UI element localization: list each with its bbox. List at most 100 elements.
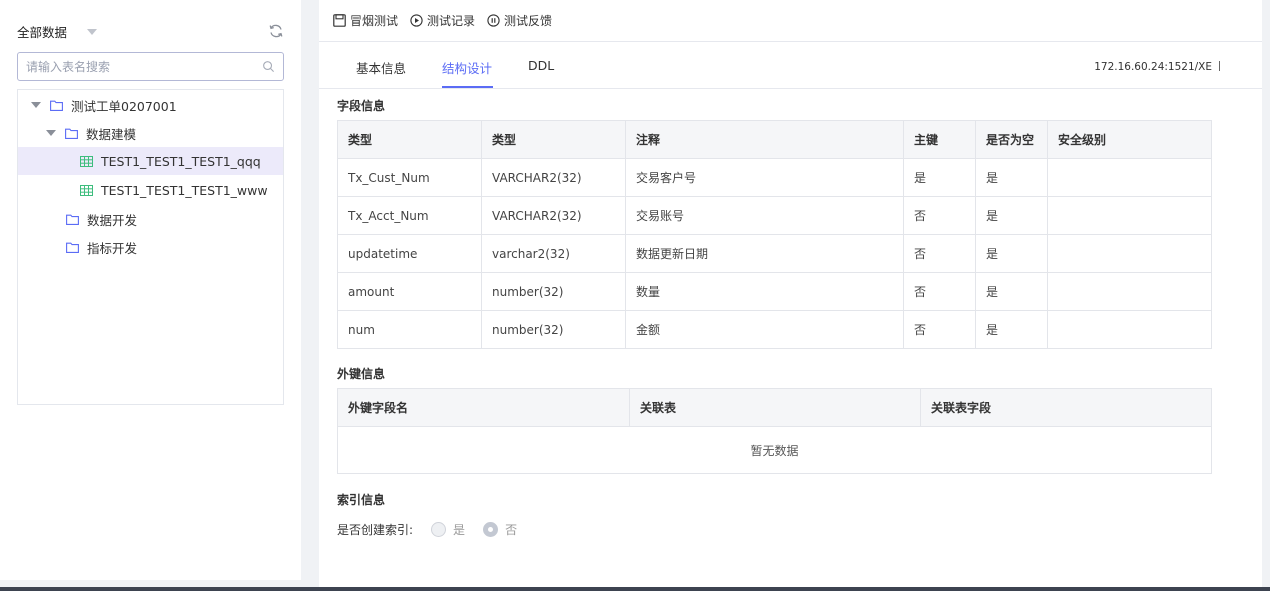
radio-yes[interactable]: 是 — [431, 521, 465, 538]
table-cell: VARCHAR2(32) — [481, 196, 626, 235]
table-cell: 否 — [903, 310, 976, 349]
tab-basic-info[interactable]: 基本信息 — [356, 58, 406, 77]
field-table: 类型 类型 注释 主键 是否为空 安全级别 Tx_Cust_Num VARCHA… — [337, 120, 1212, 349]
table-icon — [80, 184, 93, 196]
bottom-edge — [0, 587, 1270, 591]
folder-icon — [66, 214, 79, 225]
create-index-row: 是否创建索引: 是 否 — [337, 521, 517, 538]
table-search-box[interactable] — [17, 52, 284, 81]
tree-node-data-development[interactable]: 数据开发 — [18, 205, 283, 233]
tree-node-table-www[interactable]: TEST1_TEST1_TEST1_www — [18, 176, 283, 204]
table-cell: 是 — [975, 158, 1048, 197]
foreign-key-table: 外键字段名 关联表 关联表字段 暂无数据 — [337, 388, 1212, 474]
column-header: 外键字段名 — [337, 388, 630, 427]
foreign-key-table-header: 外键字段名 关联表 关联表字段 — [337, 388, 1212, 427]
table-cell: 否 — [903, 234, 976, 273]
test-record-button[interactable]: 测试记录 — [410, 12, 475, 29]
table-cell: 是 — [975, 272, 1048, 311]
column-header: 关联表字段 — [920, 388, 1212, 427]
test-record-label: 测试记录 — [427, 14, 476, 28]
save-icon — [333, 14, 346, 27]
tree-node-label: TEST1_TEST1_TEST1_www — [101, 182, 268, 198]
table-cell — [1047, 234, 1212, 273]
tree-node-label: 测试工单0207001 — [71, 98, 177, 114]
empty-row: 暂无数据 — [337, 426, 1212, 474]
table-cell: 交易账号 — [625, 196, 904, 235]
empty-text: 暂无数据 — [337, 426, 1212, 474]
table-cell: number(32) — [481, 310, 626, 349]
radio-no[interactable]: 否 — [483, 521, 517, 538]
tree-node-table-qqq[interactable]: TEST1_TEST1_TEST1_qqq — [18, 147, 283, 175]
table-cell: 否 — [903, 196, 976, 235]
scope-label[interactable]: 全部数据 — [17, 22, 67, 41]
table-cell: VARCHAR2(32) — [481, 158, 626, 197]
radio-circle-icon[interactable] — [431, 522, 447, 537]
caret-down-icon[interactable] — [46, 130, 56, 136]
foreign-key-info-title: 外键信息 — [337, 367, 386, 381]
caret-down-icon[interactable] — [31, 102, 41, 108]
test-feedback-label: 测试反馈 — [504, 14, 553, 28]
table-cell — [1047, 196, 1212, 235]
play-circle-icon — [410, 14, 423, 27]
toolbar: 冒烟测试 测试记录 测试反馈 — [319, 0, 1262, 42]
table-icon — [80, 155, 93, 167]
tree-node-metric-development[interactable]: 指标开发 — [18, 233, 283, 261]
table-cell: Tx_Acct_Num — [337, 196, 482, 235]
table-cell: 数量 — [625, 272, 904, 311]
table-cell: amount — [337, 272, 482, 311]
search-input[interactable] — [26, 59, 262, 74]
table-row: updatetime varchar2(32) 数据更新日期 否 是 — [337, 234, 1212, 273]
table-row: amount number(32) 数量 否 是 — [337, 272, 1212, 311]
table-cell — [1047, 310, 1212, 349]
radio-yes-label: 是 — [453, 523, 466, 537]
table-cell: num — [337, 310, 482, 349]
column-header: 类型 — [481, 120, 626, 159]
chevron-down-icon[interactable] — [87, 29, 98, 35]
tree-node-label: 数据建模 — [86, 126, 137, 142]
tab-structure-design[interactable]: 结构设计 — [442, 58, 492, 77]
table-row: Tx_Acct_Num VARCHAR2(32) 交易账号 否 是 — [337, 196, 1212, 235]
table-cell: number(32) — [481, 272, 626, 311]
search-icon[interactable] — [262, 60, 275, 73]
table-cell — [1047, 158, 1212, 197]
column-header: 注释 — [625, 120, 904, 159]
column-header: 安全级别 — [1047, 120, 1212, 159]
smoke-test-button[interactable]: 冒烟测试 — [333, 12, 398, 29]
table-cell: 金额 — [625, 310, 904, 349]
refresh-icon[interactable] — [268, 23, 284, 39]
folder-icon — [65, 128, 78, 139]
test-feedback-button[interactable]: 测试反馈 — [487, 12, 552, 29]
table-cell: updatetime — [337, 234, 482, 273]
field-table-header: 类型 类型 注释 主键 是否为空 安全级别 — [337, 120, 1212, 159]
table-tree: 测试工单0207001 数据建模 TEST1_TEST1_TEST1_qqq T… — [17, 89, 284, 405]
table-cell: varchar2(32) — [481, 234, 626, 273]
connection-string: 172.16.60.24:1521/XE — [1094, 61, 1212, 73]
tree-node-label: TEST1_TEST1_TEST1_qqq — [101, 153, 261, 169]
tree-node-label: 数据开发 — [87, 212, 138, 228]
tree-node-data-modeling[interactable]: 数据建模 — [18, 119, 283, 147]
table-cell: 交易客户号 — [625, 158, 904, 197]
sidebar: 全部数据 测试工单0207001 — [0, 0, 301, 580]
table-row: Tx_Cust_Num VARCHAR2(32) 交易客户号 是 是 — [337, 158, 1212, 197]
column-header: 是否为空 — [975, 120, 1048, 159]
table-cell — [1047, 272, 1212, 311]
folder-icon — [66, 242, 79, 253]
tree-node-work-order[interactable]: 测试工单0207001 — [18, 91, 283, 119]
scope-selector[interactable]: 全部数据 — [17, 16, 284, 46]
tab-ddl[interactable]: DDL — [528, 58, 554, 73]
table-cell: 是 — [975, 310, 1048, 349]
active-tab-indicator — [442, 86, 493, 88]
folder-icon — [50, 100, 63, 111]
index-info-title: 索引信息 — [337, 493, 386, 507]
radio-no-label: 否 — [505, 523, 518, 537]
table-row: num number(32) 金额 否 是 — [337, 310, 1212, 349]
connection-info: 172.16.60.24:1521/XE — [1094, 61, 1220, 73]
table-cell: 否 — [903, 272, 976, 311]
smoke-test-label: 冒烟测试 — [350, 14, 399, 28]
table-cell: Tx_Cust_Num — [337, 158, 482, 197]
pause-circle-icon — [487, 14, 500, 27]
table-cell: 是 — [975, 234, 1048, 273]
column-header: 关联表 — [629, 388, 921, 427]
radio-checked-icon[interactable] — [483, 522, 499, 537]
field-info-title: 字段信息 — [337, 99, 386, 113]
